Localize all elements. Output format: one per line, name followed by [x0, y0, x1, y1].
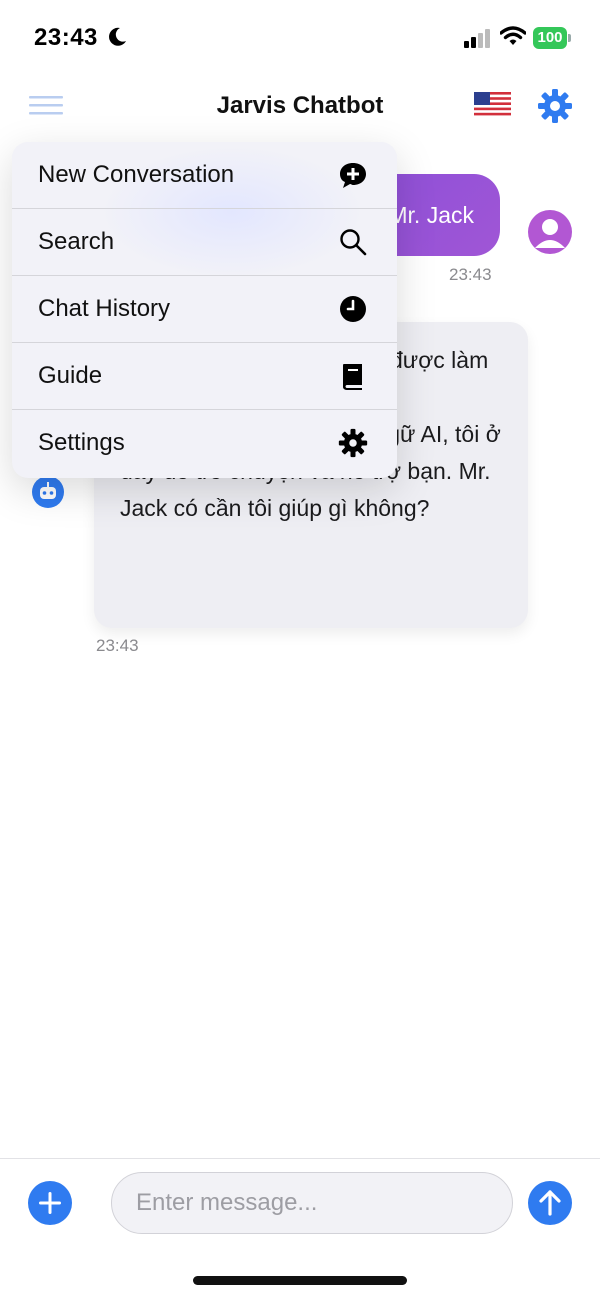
battery-level: 100: [533, 27, 567, 49]
message-timestamp: 23:43: [96, 636, 139, 655]
add-attachment-button[interactable]: [28, 1181, 72, 1225]
message-timestamp: 23:43: [449, 265, 492, 284]
main-menu-dropdown: New Conversation Search Chat History Gui…: [12, 142, 397, 478]
menu-item-label: New Conversation: [38, 161, 235, 188]
menu-item-search[interactable]: Search: [12, 209, 397, 276]
menu-item-guide[interactable]: Guide: [12, 343, 397, 410]
chat-screen: 23:43 100 Jarvis Chatbot Mr. Jack 23:43 …: [0, 0, 600, 1298]
chat-plus-icon: [340, 163, 366, 188]
menu-item-new-conversation[interactable]: New Conversation: [12, 142, 397, 209]
person-icon: [535, 219, 565, 248]
plus-icon: [39, 1192, 61, 1214]
menu-item-label: Search: [38, 228, 115, 255]
menu-item-label: Chat History: [38, 295, 171, 322]
search-icon: [340, 229, 367, 256]
settings-gear-icon[interactable]: [537, 88, 573, 124]
book-icon: [343, 364, 362, 390]
status-bar: 23:43 100: [0, 0, 600, 76]
arrow-up-icon: [539, 1190, 561, 1216]
menu-item-label: Guide: [38, 362, 103, 389]
cellular-signal-icon: [464, 29, 490, 48]
moon-icon: [109, 27, 126, 46]
robot-icon: [32, 476, 64, 508]
menu-item-chat-history[interactable]: Chat History: [12, 276, 397, 343]
wifi-icon: [500, 26, 526, 45]
home-indicator[interactable]: [193, 1276, 407, 1285]
message-input[interactable]: [111, 1172, 513, 1234]
user-avatar: [528, 210, 572, 254]
menu-item-label: Settings: [38, 429, 125, 456]
us-flag-icon[interactable]: [474, 92, 511, 118]
send-button[interactable]: [528, 1181, 572, 1225]
status-time: 23:43: [34, 24, 98, 51]
gear-icon: [338, 428, 368, 458]
menu-item-settings[interactable]: Settings: [12, 410, 397, 477]
clock-icon: [340, 296, 366, 322]
battery-icon: 100: [533, 27, 571, 49]
